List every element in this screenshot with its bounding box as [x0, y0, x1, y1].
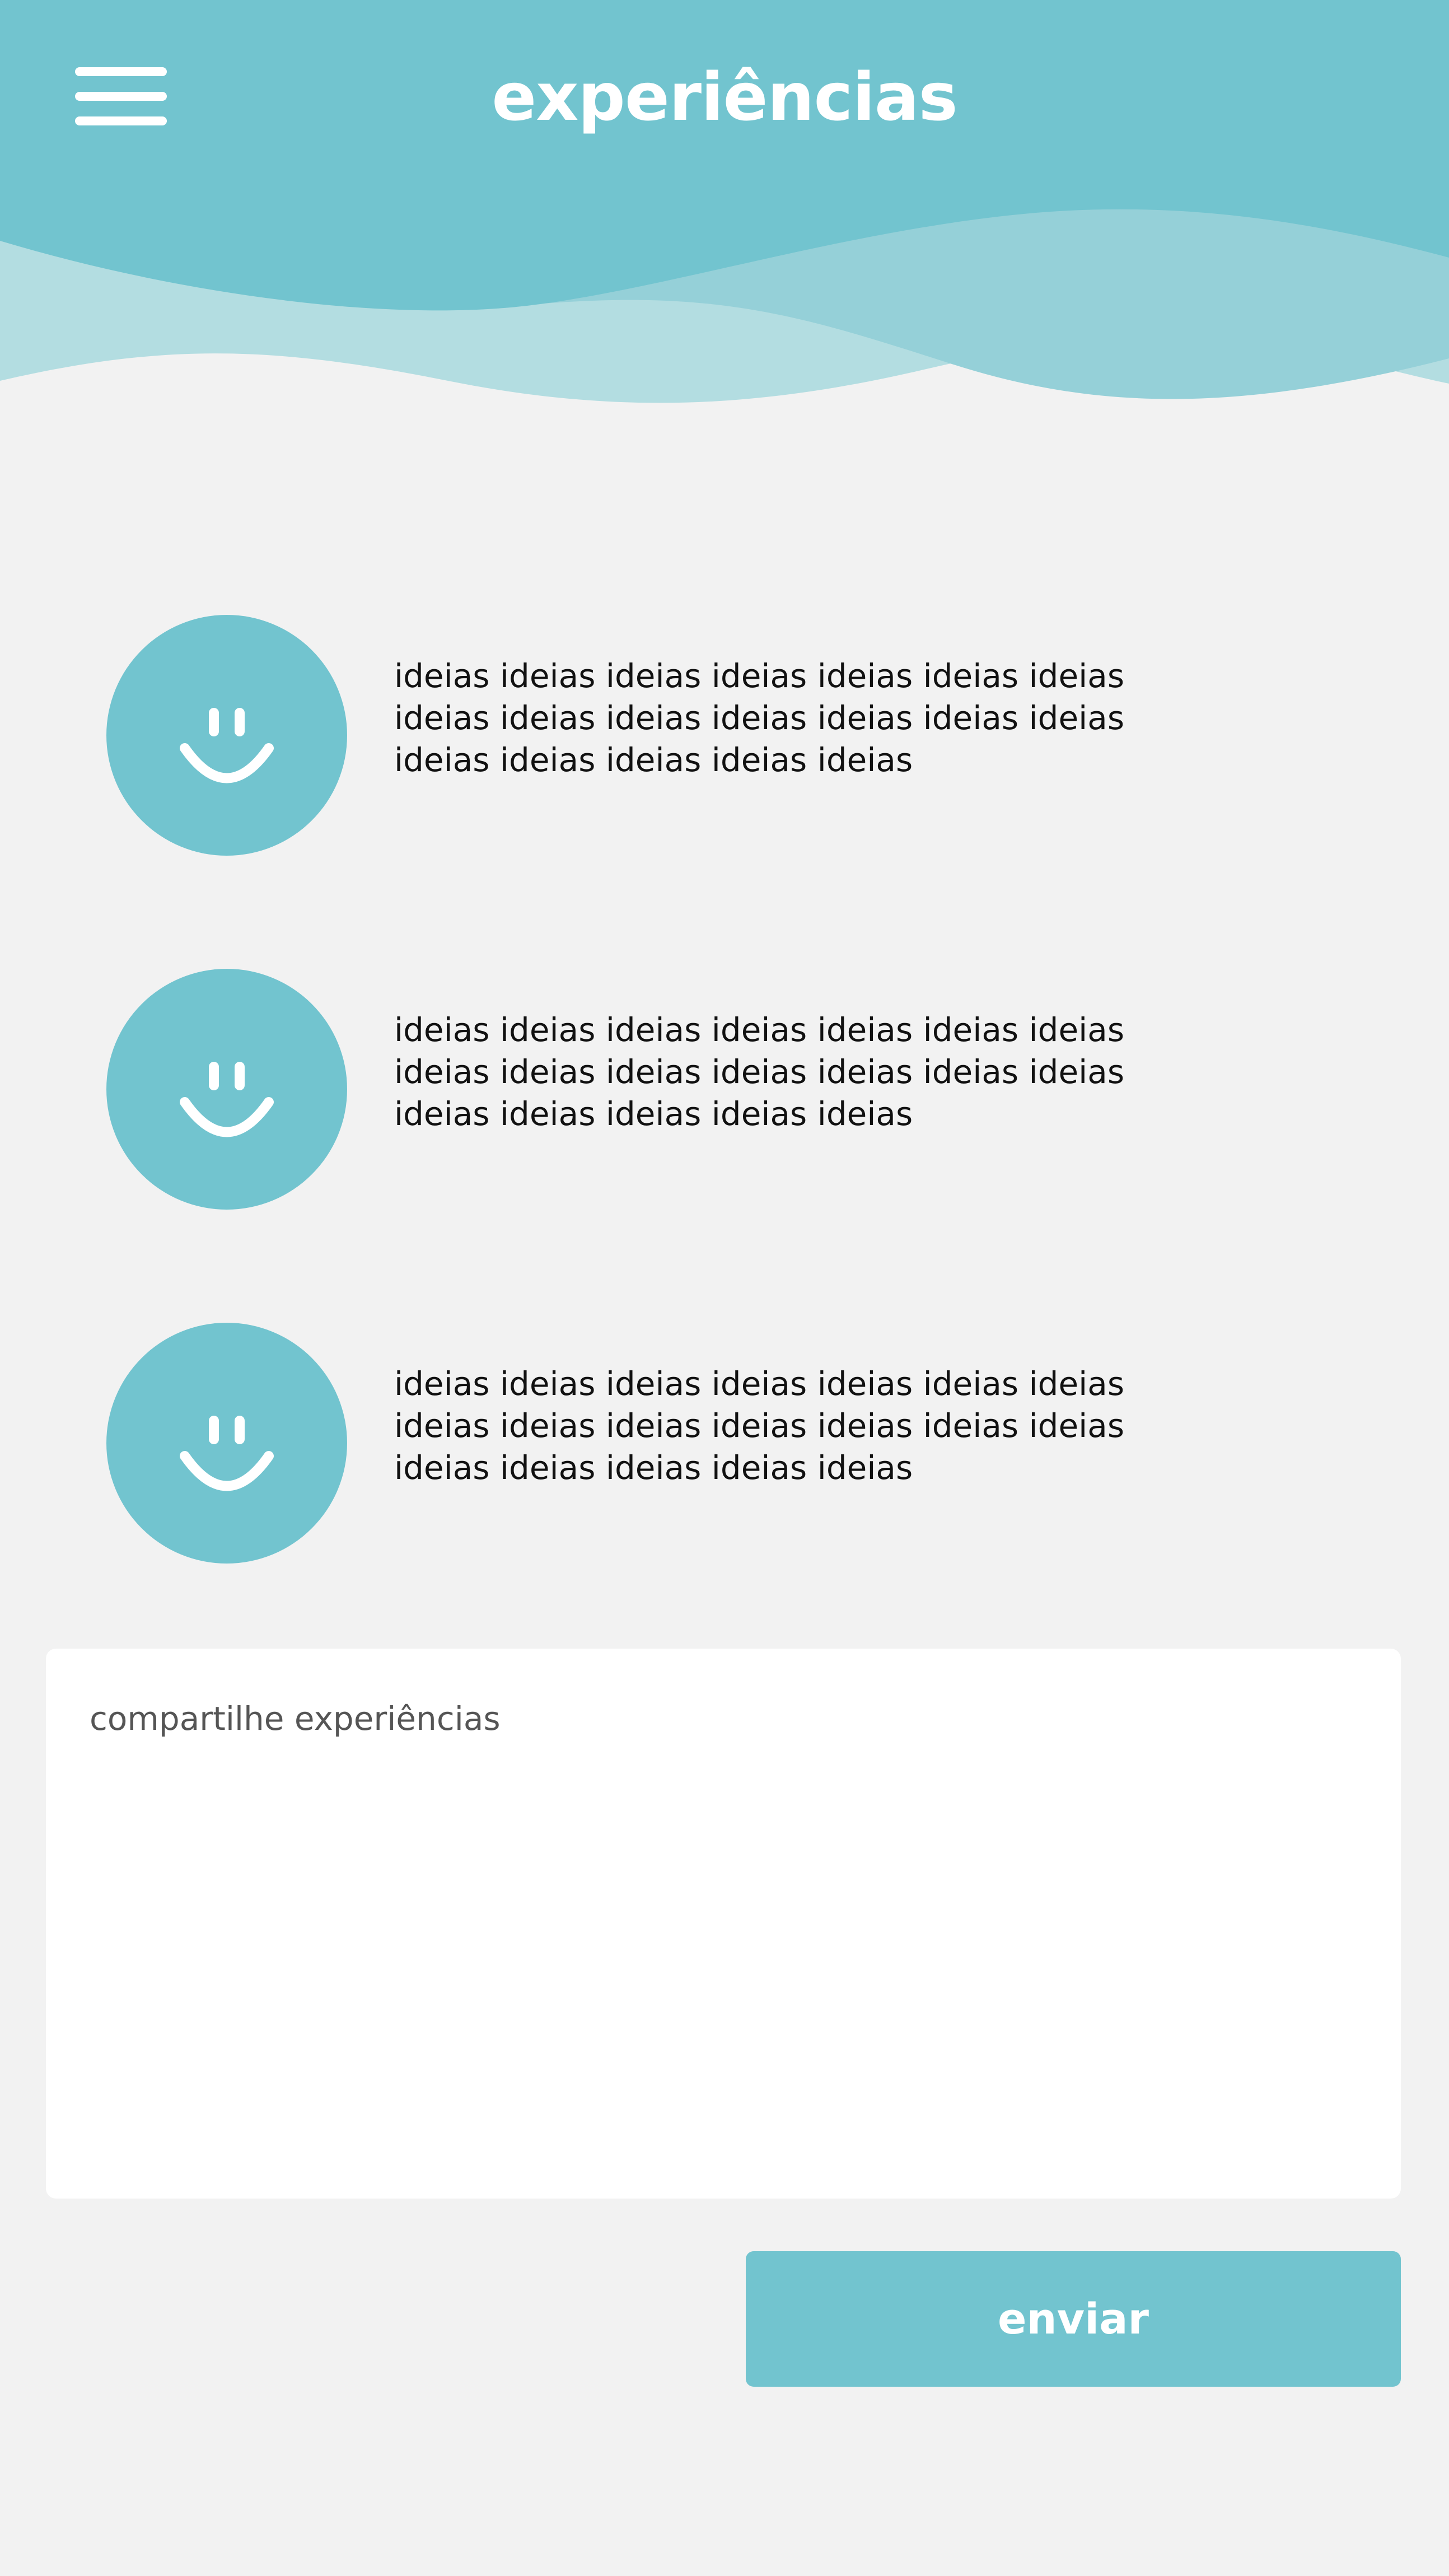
feed-item: ideias ideias ideias ideias ideias ideia…: [106, 610, 1338, 856]
feed-item-text: ideias ideias ideias ideias ideias ideia…: [394, 1011, 1125, 1133]
avatar: [106, 615, 347, 856]
share-experience-box: [46, 1649, 1401, 2199]
feed-item-text: ideias ideias ideias ideias ideias ideia…: [394, 657, 1125, 779]
feed-item: ideias ideias ideias ideias ideias ideia…: [106, 1318, 1338, 1564]
send-button[interactable]: enviar: [746, 2251, 1401, 2387]
smiley-face-icon: [180, 1062, 274, 1137]
avatar: [106, 969, 347, 1210]
avatar: [106, 1323, 347, 1564]
share-experience-input[interactable]: [90, 1698, 1357, 2149]
smiley-face-icon: [180, 1416, 274, 1491]
feed-item: ideias ideias ideias ideias ideias ideia…: [106, 964, 1338, 1210]
feed-item-text: ideias ideias ideias ideias ideias ideia…: [394, 1365, 1125, 1487]
header: experiências: [0, 0, 1449, 414]
smiley-face-icon: [180, 708, 274, 783]
page-title: experiências: [492, 58, 958, 136]
